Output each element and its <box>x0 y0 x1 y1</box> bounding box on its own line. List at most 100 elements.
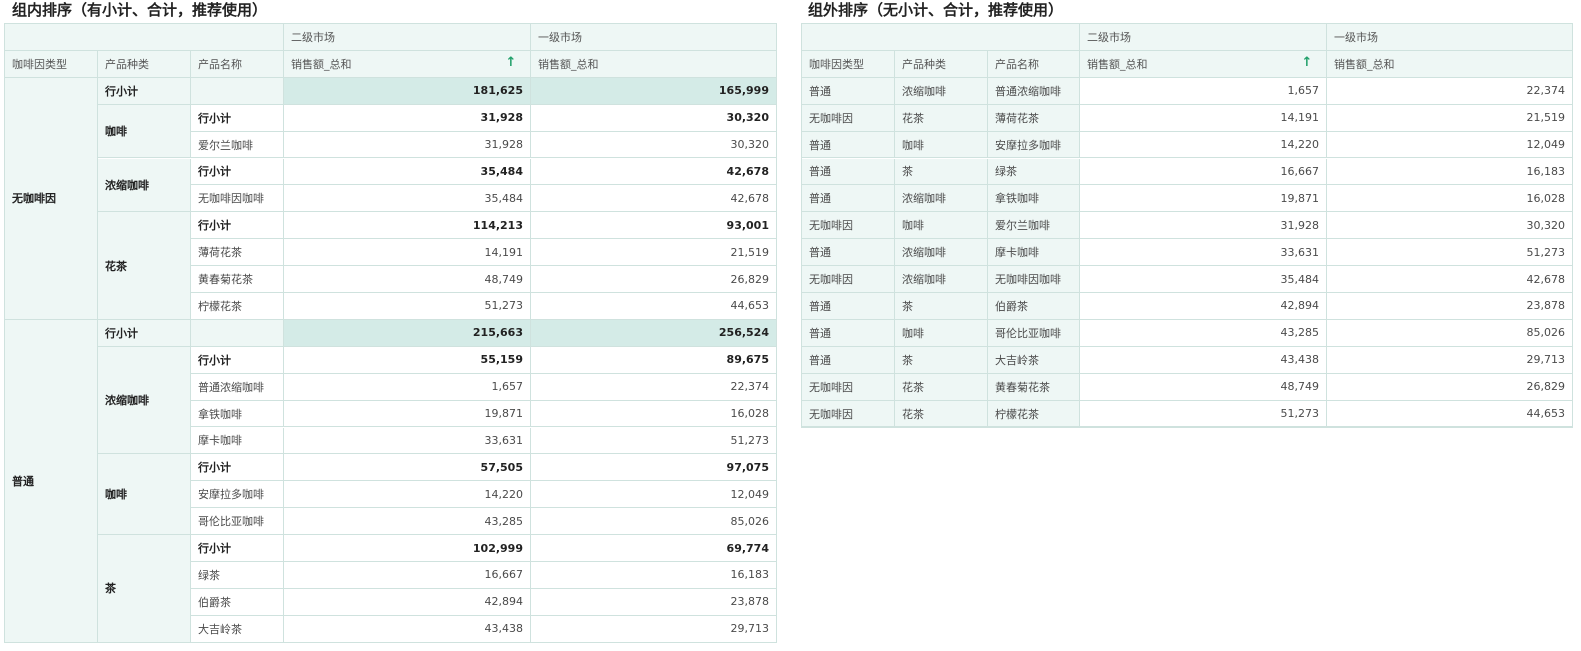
product-name-cell: 绿茶 <box>191 562 284 589</box>
sales-market1-cell: 16,028 <box>1327 185 1573 213</box>
sales-market1-cell: 16,183 <box>531 562 777 589</box>
row-header-product-name[interactable]: 产品名称 <box>988 50 1080 78</box>
sales-market1-cell: 30,320 <box>531 131 777 159</box>
product-name-cell: 薄荷花茶 <box>191 239 284 267</box>
product-name-cell: 哥伦比亚咖啡 <box>988 319 1080 347</box>
sales-market2-cell: 33,631 <box>284 427 531 455</box>
column-header-market1[interactable]: 一级市场 <box>531 24 777 51</box>
product-category-cell: 茶 <box>895 158 988 186</box>
arrow-up-icon[interactable]: ↑ <box>1301 55 1313 70</box>
product-category-cell[interactable]: 咖啡 <box>98 454 191 536</box>
row-header-caffeine-type[interactable]: 咖啡因类型 <box>802 50 895 78</box>
product-name-cell: 伯爵茶 <box>191 588 284 616</box>
group-subtotal-label: 行小计 <box>98 319 191 347</box>
product-name-cell: 摩卡咖啡 <box>988 239 1080 267</box>
row-header-product-category[interactable]: 产品种类 <box>98 50 191 78</box>
product-name-cell: 薄荷花茶 <box>988 104 1080 132</box>
sales-market2-cell: 51,273 <box>1080 400 1327 428</box>
sales-market1-cell: 42,678 <box>531 185 777 213</box>
product-name-cell: 普通浓缩咖啡 <box>191 373 284 401</box>
column-header-market1[interactable]: 一级市场 <box>1327 24 1573 51</box>
column-header-market2[interactable]: 二级市场 <box>284 24 531 51</box>
sales-market1-cell: 26,829 <box>531 266 777 293</box>
measure-header-sales-sum-market1[interactable]: 销售额_总和 <box>1327 50 1573 78</box>
measure-header-sales-sum-market2[interactable]: 销售额_总和 <box>284 50 531 78</box>
product-category-cell[interactable]: 浓缩咖啡 <box>98 346 191 455</box>
product-category-cell[interactable]: 茶 <box>98 535 191 643</box>
arrow-up-icon[interactable]: ↑ <box>505 55 517 70</box>
caffeine-type-cell: 普通 <box>802 293 895 320</box>
category-subtotal-market1: 97,075 <box>531 454 777 482</box>
sales-market1-cell: 21,519 <box>1327 104 1573 132</box>
sales-market2-cell: 43,285 <box>284 508 531 536</box>
sales-market2-cell: 42,894 <box>1080 293 1327 320</box>
category-subtotal-label: 行小计 <box>191 454 284 482</box>
sales-market1-cell: 16,028 <box>531 400 777 428</box>
column-header-market2[interactable]: 二级市场 <box>1080 24 1327 51</box>
left-panel-title: 组内排序（有小计、合计，推荐使用） <box>12 1 268 19</box>
category-subtotal-market2: 114,213 <box>284 212 531 240</box>
header-corner <box>5 24 284 51</box>
sales-market2-cell: 1,657 <box>284 373 531 401</box>
product-name-cell: 绿茶 <box>988 158 1080 186</box>
sales-market2-cell: 19,871 <box>284 400 531 428</box>
product-category-cell: 咖啡 <box>895 131 988 159</box>
row-header-product-name[interactable]: 产品名称 <box>191 50 284 78</box>
sales-market2-cell: 33,631 <box>1080 239 1327 267</box>
row-header-product-category[interactable]: 产品种类 <box>895 50 988 78</box>
sales-market2-cell: 35,484 <box>284 185 531 213</box>
category-subtotal-market1: 69,774 <box>531 535 777 562</box>
category-subtotal-label: 行小计 <box>191 158 284 186</box>
group-subtotal-market1: 165,999 <box>531 77 777 105</box>
category-subtotal-label: 行小计 <box>191 212 284 240</box>
row-header-caffeine-type[interactable]: 咖啡因类型 <box>5 50 98 78</box>
product-name-cell: 大吉岭茶 <box>191 615 284 643</box>
sales-market2-cell: 51,273 <box>284 293 531 320</box>
product-name-cell: 哥伦比亚咖啡 <box>191 508 284 536</box>
category-subtotal-market2: 35,484 <box>284 158 531 186</box>
sales-market2-cell: 43,438 <box>284 615 531 643</box>
category-subtotal-market2: 55,159 <box>284 346 531 374</box>
sales-market1-cell: 12,049 <box>1327 131 1573 159</box>
sales-market2-cell: 48,749 <box>1080 373 1327 401</box>
product-category-cell: 花茶 <box>895 400 988 428</box>
category-subtotal-market1: 93,001 <box>531 212 777 240</box>
caffeine-group-cell[interactable]: 普通 <box>5 319 98 643</box>
product-category-cell: 浓缩咖啡 <box>895 239 988 267</box>
product-category-cell: 浓缩咖啡 <box>895 185 988 213</box>
product-category-cell: 茶 <box>895 346 988 374</box>
caffeine-type-cell: 无咖啡因 <box>802 266 895 293</box>
group-subtotal-market2: 215,663 <box>284 319 531 347</box>
product-category-cell[interactable]: 浓缩咖啡 <box>98 158 191 213</box>
sales-market2-cell: 14,220 <box>1080 131 1327 159</box>
product-name-cell: 爱尔兰咖啡 <box>191 131 284 159</box>
category-subtotal-market2: 31,928 <box>284 104 531 132</box>
sales-market1-cell: 44,653 <box>1327 400 1573 428</box>
product-name-cell: 安摩拉多咖啡 <box>988 131 1080 159</box>
caffeine-type-cell: 普通 <box>802 158 895 186</box>
sales-market1-cell: 29,713 <box>1327 346 1573 374</box>
sales-market1-cell: 29,713 <box>531 615 777 643</box>
category-subtotal-market1: 30,320 <box>531 104 777 132</box>
product-name-cell: 柠檬花茶 <box>988 400 1080 428</box>
product-name-cell: 无咖啡因咖啡 <box>988 266 1080 293</box>
product-name-cell: 黄春菊花茶 <box>191 266 284 293</box>
sales-market1-cell: 85,026 <box>531 508 777 536</box>
measure-header-sales-sum-market2[interactable]: 销售额_总和 <box>1080 50 1327 78</box>
sales-market2-cell: 14,191 <box>284 239 531 267</box>
sales-market2-cell: 43,438 <box>1080 346 1327 374</box>
sales-market1-cell: 22,374 <box>531 373 777 401</box>
product-category-cell: 咖啡 <box>895 319 988 347</box>
measure-header-sales-sum-market1[interactable]: 销售额_总和 <box>531 50 777 78</box>
sales-market1-cell: 44,653 <box>531 293 777 320</box>
sales-market1-cell: 26,829 <box>1327 373 1573 401</box>
caffeine-type-cell: 普通 <box>802 319 895 347</box>
product-name-cell: 黄春菊花茶 <box>988 373 1080 401</box>
product-category-cell[interactable]: 咖啡 <box>98 104 191 159</box>
sales-market2-cell: 1,657 <box>1080 77 1327 105</box>
category-subtotal-label: 行小计 <box>191 104 284 132</box>
caffeine-group-cell[interactable]: 无咖啡因 <box>5 77 98 320</box>
product-name-cell: 拿铁咖啡 <box>191 400 284 428</box>
product-category-cell[interactable]: 花茶 <box>98 212 191 320</box>
product-name-cell: 爱尔兰咖啡 <box>988 212 1080 240</box>
